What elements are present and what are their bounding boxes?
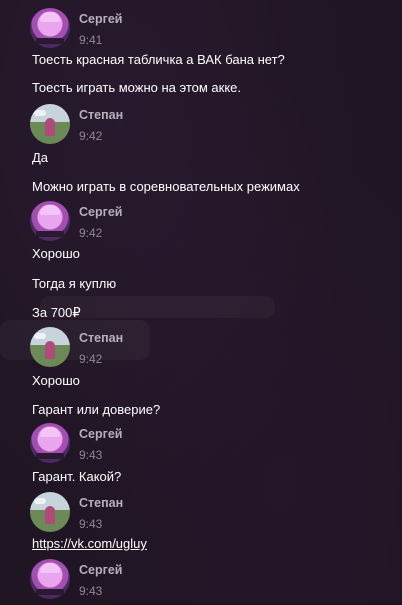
message-text: Тоесть красная табличка а ВАК бана нет? bbox=[32, 52, 285, 67]
author-name[interactable]: Сергей bbox=[79, 563, 122, 577]
timestamp: 9:43 bbox=[79, 584, 103, 598]
author-name[interactable]: Сергей bbox=[79, 12, 122, 26]
message-text: Тоесть играть можно на этом акке. bbox=[32, 80, 242, 95]
message-header: Степан 9:42 bbox=[30, 104, 390, 150]
timestamp: 9:42 bbox=[79, 129, 103, 143]
message-header: Степан 9:42 bbox=[30, 327, 390, 373]
author-name[interactable]: Степан bbox=[79, 331, 123, 345]
author-name[interactable]: Сергей bbox=[79, 205, 122, 219]
message-header: Сергей 9:43 bbox=[30, 423, 390, 469]
message-text: Гарант. Какой? bbox=[32, 469, 122, 484]
message-header: Сергей 9:42 bbox=[30, 201, 390, 247]
message-text: Да bbox=[32, 150, 49, 165]
stepan-avatar[interactable] bbox=[30, 492, 70, 532]
chat-feed: Сергей 9:41 Тоесть красная табличка а ВА… bbox=[0, 0, 402, 602]
timestamp: 9:43 bbox=[79, 517, 103, 531]
stepan-avatar[interactable] bbox=[30, 104, 70, 144]
author-name[interactable]: Сергей bbox=[79, 427, 122, 441]
message-link[interactable]: https://vk.com/ugluy bbox=[32, 536, 147, 551]
author-name[interactable]: Степан bbox=[79, 496, 123, 510]
sergey-avatar[interactable] bbox=[30, 201, 70, 241]
message-text: Хорошо bbox=[32, 373, 80, 388]
message-header: Сергей 9:43 bbox=[30, 559, 390, 605]
message-text: Тогда я куплю bbox=[32, 276, 117, 291]
message-header: Сергей 9:41 bbox=[30, 8, 390, 54]
message-header: Степан 9:43 bbox=[30, 492, 390, 538]
sergey-avatar[interactable] bbox=[30, 559, 70, 599]
timestamp: 9:43 bbox=[79, 448, 103, 462]
timestamp: 9:42 bbox=[79, 226, 103, 240]
timestamp: 9:41 bbox=[79, 33, 103, 47]
sergey-avatar[interactable] bbox=[30, 423, 70, 463]
stepan-avatar[interactable] bbox=[30, 327, 70, 367]
message-text: За 700₽ bbox=[32, 305, 81, 320]
message-text: Хорошо bbox=[32, 246, 80, 261]
timestamp: 9:42 bbox=[79, 352, 103, 366]
author-name[interactable]: Степан bbox=[79, 108, 123, 122]
message-text: Можно играть в соревновательных режимах bbox=[32, 179, 300, 194]
sergey-avatar[interactable] bbox=[30, 8, 70, 48]
message-text: Гарант или доверие? bbox=[32, 402, 161, 417]
